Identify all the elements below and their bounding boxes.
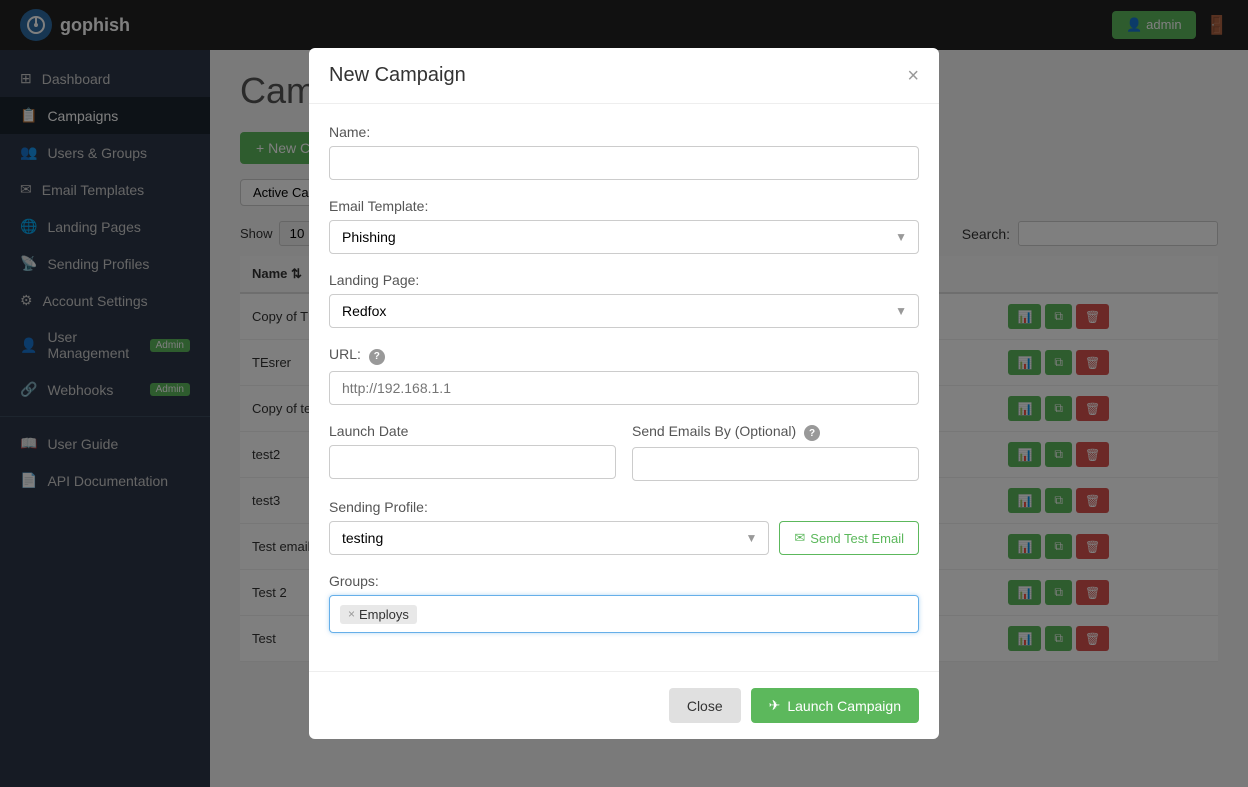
email-template-wrapper: Phishing ▼	[329, 220, 919, 254]
new-campaign-modal: New Campaign × Name: Red Teaming Engagem…	[309, 48, 939, 739]
groups-search-input[interactable]	[421, 606, 908, 622]
launch-date-label: Launch Date	[329, 423, 616, 439]
url-help-icon[interactable]: ?	[369, 349, 385, 365]
url-field-group: URL: ?	[329, 346, 919, 405]
modal-header: New Campaign ×	[309, 48, 939, 104]
sending-profile-label: Sending Profile:	[329, 499, 919, 515]
send-emails-by-label: Send Emails By (Optional) ?	[632, 423, 919, 442]
email-template-label: Email Template:	[329, 198, 919, 214]
sending-profile-row: testing ▼ ✉ Send Test Email	[329, 521, 919, 555]
email-template-group: Email Template: Phishing ▼	[329, 198, 919, 254]
groups-input-container[interactable]: × Employs	[329, 595, 919, 633]
sending-profile-select[interactable]: testing	[329, 521, 769, 555]
launch-campaign-button[interactable]: ✈ Launch Campaign	[751, 688, 919, 723]
name-label: Name:	[329, 124, 919, 140]
send-test-email-button[interactable]: ✉ Send Test Email	[779, 521, 919, 555]
url-label: URL: ?	[329, 346, 919, 365]
groups-label: Groups:	[329, 573, 919, 589]
sending-profile-wrapper: testing ▼	[329, 521, 769, 555]
tag-remove-icon[interactable]: ×	[348, 607, 355, 621]
modal-footer: Close ✈ Launch Campaign	[309, 671, 939, 739]
campaign-name-input[interactable]: Red Teaming Engagement	[329, 146, 919, 180]
modal-overlay: New Campaign × Name: Red Teaming Engagem…	[0, 0, 1248, 787]
groups-field-group: Groups: × Employs	[329, 573, 919, 633]
landing-page-wrapper: Redfox ▼	[329, 294, 919, 328]
modal-close-button[interactable]: ×	[907, 66, 919, 86]
send-emails-by-group: Send Emails By (Optional) ?	[632, 423, 919, 482]
modal-title: New Campaign	[329, 64, 466, 87]
paper-plane-icon: ✈	[769, 697, 781, 714]
sending-profile-group: Sending Profile: testing ▼ ✉ Send Test E…	[329, 499, 919, 555]
landing-page-label: Landing Page:	[329, 272, 919, 288]
launch-date-group: Launch Date November 5th 2022, 7:20 pm	[329, 423, 616, 482]
landing-page-group: Landing Page: Redfox ▼	[329, 272, 919, 328]
landing-page-select[interactable]: Redfox	[329, 294, 919, 328]
close-modal-button[interactable]: Close	[669, 688, 741, 723]
modal-body: Name: Red Teaming Engagement Email Templ…	[309, 104, 939, 671]
send-emails-by-input[interactable]	[632, 447, 919, 481]
tag-label: Employs	[359, 607, 409, 622]
envelope-icon: ✉	[794, 530, 805, 546]
send-emails-help-icon[interactable]: ?	[804, 425, 820, 441]
launch-date-input[interactable]: November 5th 2022, 7:20 pm	[329, 445, 616, 479]
name-field-group: Name: Red Teaming Engagement	[329, 124, 919, 180]
dates-row: Launch Date November 5th 2022, 7:20 pm S…	[329, 423, 919, 500]
email-template-select[interactable]: Phishing	[329, 220, 919, 254]
group-tag: × Employs	[340, 605, 417, 624]
url-input[interactable]	[329, 371, 919, 405]
